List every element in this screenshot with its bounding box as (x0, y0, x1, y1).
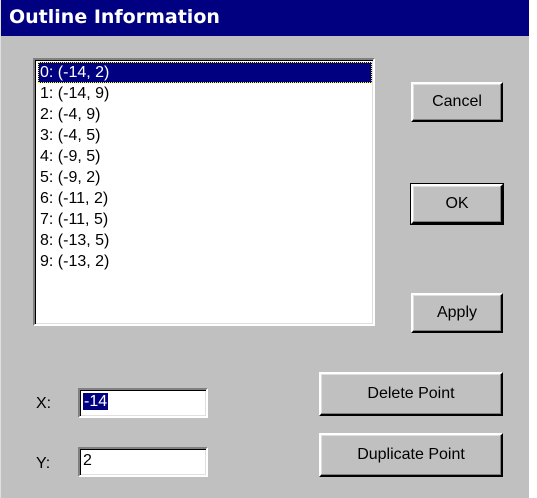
list-item[interactable]: 8: (-13, 5) (38, 230, 372, 251)
dialog-title: Outline Information (9, 6, 220, 28)
x-value: -14 (83, 393, 109, 410)
cancel-button[interactable]: Cancel (411, 82, 503, 122)
outline-information-dialog: Outline Information 0: (-14, 2) 1: (-14,… (0, 0, 529, 498)
y-value: 2 (83, 452, 92, 469)
list-item[interactable]: 0: (-14, 2) (38, 62, 372, 83)
y-coordinate-field[interactable]: 2 (78, 447, 208, 477)
list-item[interactable]: 6: (-11, 2) (38, 188, 372, 209)
list-item[interactable]: 2: (-4, 9) (38, 104, 372, 125)
apply-button[interactable]: Apply (411, 293, 503, 333)
list-item[interactable]: 4: (-9, 5) (38, 146, 372, 167)
list-item[interactable]: 9: (-13, 2) (38, 251, 372, 272)
list-item[interactable]: 7: (-11, 5) (38, 209, 372, 230)
ok-button[interactable]: OK (410, 183, 504, 225)
y-label: Y: (36, 455, 51, 472)
x-coordinate-field[interactable]: -14 (78, 388, 208, 418)
x-label: X: (36, 395, 52, 412)
list-item[interactable]: 1: (-14, 9) (38, 83, 372, 104)
delete-point-button[interactable]: Delete Point (319, 372, 503, 416)
list-item[interactable]: 3: (-4, 5) (38, 125, 372, 146)
duplicate-point-button[interactable]: Duplicate Point (319, 433, 503, 477)
points-list-box[interactable]: 0: (-14, 2) 1: (-14, 9) 2: (-4, 9) 3: (-… (33, 58, 375, 326)
title-bar[interactable]: Outline Information (1, 0, 529, 36)
list-item[interactable]: 5: (-9, 2) (38, 167, 372, 188)
